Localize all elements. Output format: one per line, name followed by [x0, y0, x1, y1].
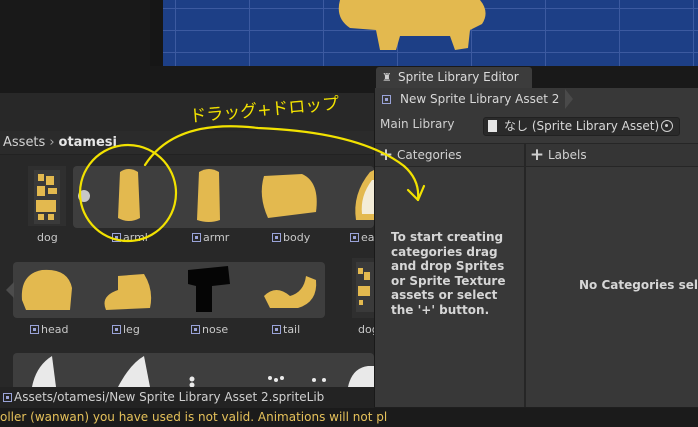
main-library-field[interactable]: なし (Sprite Library Asset) — [483, 117, 680, 136]
categories-empty-message: To start creating categories drag and dr… — [391, 230, 506, 317]
scene-view-divider — [150, 0, 163, 66]
sprite-thumb-nose[interactable] — [184, 264, 234, 316]
sprite-thumb-ear[interactable] — [350, 170, 374, 222]
console-status-bar[interactable]: oller (wanwan) you have used is not vali… — [0, 408, 698, 427]
sprite-asset-icon — [191, 325, 200, 334]
sprite-label: head — [30, 323, 68, 336]
object-picker-icon[interactable] — [661, 120, 673, 132]
labels-empty-message: No Categories select — [579, 278, 698, 292]
sprite-label: tail — [272, 323, 300, 336]
labels-label: Labels — [548, 148, 587, 162]
add-category-button[interactable]: + — [375, 144, 397, 166]
sprite-asset-icon — [272, 325, 281, 334]
sprite-thumb-head[interactable] — [18, 266, 76, 314]
asset-name: New Sprite Library Asset 2 — [400, 92, 560, 106]
breadcrumb: Assets › otamesi — [0, 131, 374, 155]
sprite-library-asset-icon — [3, 393, 12, 402]
breadcrumb-folder[interactable]: otamesi — [59, 135, 117, 150]
breadcrumb-separator: › — [49, 135, 55, 150]
sprite-label: nose — [191, 323, 228, 336]
sprite-thumb-arml[interactable] — [112, 168, 146, 224]
document-icon — [488, 120, 497, 132]
scene-dog-sprite — [338, 0, 486, 50]
labels-header: + Labels — [526, 143, 698, 167]
sprite-library-editor-icon: ♜ — [382, 71, 392, 84]
collapse-arrow-icon[interactable] — [78, 190, 90, 202]
sprite-label: leg — [112, 323, 140, 336]
sprite-asset-icon — [30, 325, 39, 334]
strip-arrow-icon — [6, 282, 14, 298]
sprite-thumb-leg[interactable] — [100, 272, 158, 314]
sprite-asset-icon — [112, 325, 121, 334]
main-library-label: Main Library — [380, 117, 455, 131]
categories-header: + Categories — [375, 143, 524, 167]
sprite-label: dog — [37, 231, 58, 244]
sprite-asset-icon — [112, 233, 121, 242]
asset-breadcrumb[interactable]: New Sprite Library Asset 2 — [375, 88, 575, 110]
breadcrumb-arrow-icon — [565, 89, 573, 109]
sprite-library-asset-icon — [382, 95, 391, 104]
tab-sprite-library-editor[interactable]: Sprite Library Editor — [376, 67, 532, 88]
add-label-button[interactable]: + — [526, 144, 548, 166]
sprite-label: ea — [350, 231, 375, 244]
sprite-thumb-dog[interactable] — [28, 166, 66, 226]
sprite-label: body — [272, 231, 310, 244]
sprite-asset-icon — [192, 233, 201, 242]
categories-label: Categories — [397, 148, 462, 162]
sprite-thumbs-row-3 — [32, 356, 374, 387]
sprite-label: armr — [192, 231, 229, 244]
sprite-asset-icon — [350, 233, 359, 242]
column-divider[interactable] — [524, 143, 526, 407]
sprite-asset-icon — [272, 233, 281, 242]
sprite-label: arml — [112, 231, 148, 244]
sprite-thumb-tail[interactable] — [260, 272, 320, 312]
sprite-thumb-dog-2[interactable] — [352, 258, 374, 318]
selected-asset-path: Assets/otamesi/New Sprite Library Asset … — [0, 387, 374, 408]
breadcrumb-root[interactable]: Assets — [3, 135, 45, 150]
sprite-thumb-body[interactable] — [258, 172, 322, 222]
sprite-thumb-armr[interactable] — [192, 168, 226, 224]
